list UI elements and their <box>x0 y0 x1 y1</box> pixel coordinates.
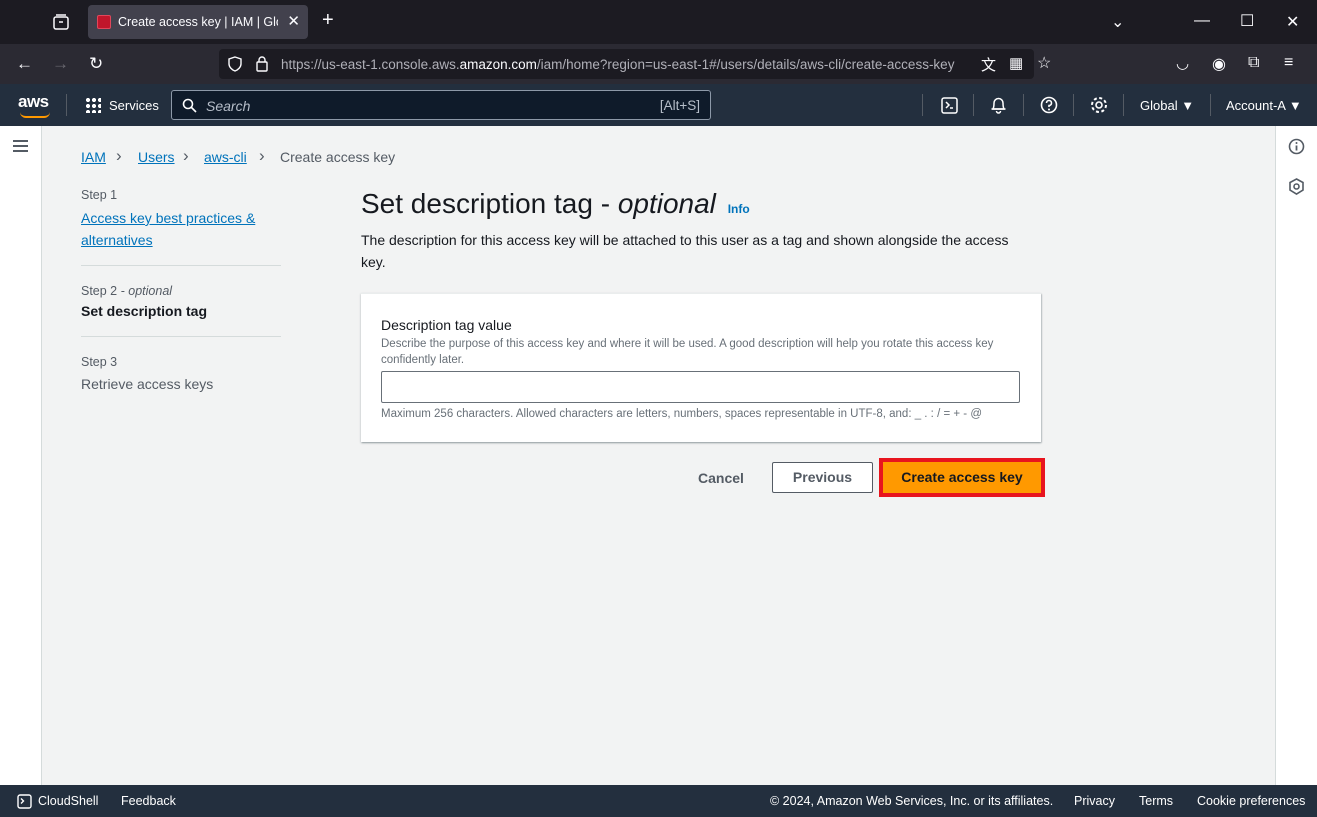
step-2: Step 2 - optional Set description tag <box>81 284 281 319</box>
url-bar[interactable]: https://us-east-1.console.aws.amazon.com… <box>219 49 1051 79</box>
pocket-icon[interactable]: ◡ <box>1176 54 1189 72</box>
menu-icon[interactable]: ≡ <box>1284 54 1293 72</box>
field-description: Describe the purpose of this access key … <box>381 338 994 366</box>
step-3-title: Retrieve access keys <box>81 376 214 392</box>
tab-title: Create access key | IAM | Global <box>118 15 278 29</box>
chevron-right-icon: › <box>259 146 265 165</box>
forward-icon[interactable]: → <box>52 54 69 74</box>
cloudshell-icon[interactable] <box>17 794 32 809</box>
reload-icon[interactable]: ↻ <box>89 54 103 74</box>
privacy-link[interactable]: Privacy <box>1074 794 1115 808</box>
help-icon[interactable] <box>1040 96 1058 114</box>
breadcrumb-aws-cli[interactable]: aws-cli <box>204 149 247 165</box>
feedback-panel-icon[interactable] <box>1288 178 1305 195</box>
description-tag-input[interactable] <box>381 371 1020 403</box>
step-1: Step 1 Access key best practices & alter… <box>81 188 281 251</box>
cancel-button[interactable]: Cancel <box>698 470 744 486</box>
bookmark-star-icon[interactable]: ☆ <box>1037 53 1051 73</box>
extensions-icon[interactable]: ⧉ <box>1248 54 1259 72</box>
extensions-grid-icon[interactable]: ▦ <box>1009 54 1023 72</box>
new-tab-icon[interactable]: + <box>322 9 334 32</box>
step-3: Step 3 Retrieve access keys <box>81 355 281 392</box>
browser-tab[interactable]: Create access key | IAM | Global ✕ <box>88 5 308 39</box>
hamburger-menu-icon[interactable] <box>12 139 29 153</box>
field-label: Description tag value <box>381 317 512 333</box>
shield-icon[interactable] <box>227 56 243 72</box>
url-text: https://us-east-1.console.aws.amazon.com… <box>281 57 955 72</box>
browser-tab-bar: Create access key | IAM | Global ✕ + ⌄ —… <box>0 0 1317 44</box>
breadcrumb-iam[interactable]: IAM <box>81 149 106 165</box>
field-constraint-hint: Maximum 256 characters. Allowed characte… <box>381 408 982 420</box>
services-grid-icon <box>85 97 101 113</box>
aws-favicon-icon <box>97 15 111 29</box>
step-1-link[interactable]: Access key best practices & alternatives <box>81 207 281 251</box>
chevron-right-icon: › <box>116 146 122 165</box>
console-footer: CloudShell Feedback © 2024, Amazon Web S… <box>0 785 1317 817</box>
step-divider <box>81 265 281 266</box>
breadcrumb-current: Create access key <box>280 149 396 165</box>
cookie-preferences-link[interactable]: Cookie preferences <box>1197 794 1305 808</box>
cloudshell-link[interactable]: CloudShell <box>38 794 98 808</box>
translate-icon[interactable]: 文 <box>981 54 996 75</box>
left-rail <box>0 126 42 785</box>
page-description: The description for this access key will… <box>361 232 1009 270</box>
services-menu[interactable]: Services <box>85 97 159 113</box>
region-selector[interactable]: Global ▼ <box>1140 98 1194 113</box>
account-menu[interactable]: Account-A ▼ <box>1226 98 1302 113</box>
search-input[interactable]: Search [Alt+S] <box>171 90 711 120</box>
account-icon[interactable]: ◉ <box>1212 54 1226 74</box>
search-icon <box>182 98 197 113</box>
list-all-tabs-icon[interactable]: ⌄ <box>1111 12 1124 32</box>
caret-down-icon: ▼ <box>1181 98 1195 113</box>
info-panel-icon[interactable] <box>1288 138 1305 155</box>
close-tab-icon[interactable]: ✕ <box>287 12 300 30</box>
cloudshell-icon[interactable] <box>941 97 958 114</box>
aws-top-nav: aws Services Search [Alt+S] Global ▼ Acc… <box>0 84 1317 126</box>
right-rail <box>1275 126 1317 785</box>
minimize-icon[interactable]: — <box>1194 12 1210 30</box>
lock-icon[interactable] <box>255 55 269 72</box>
back-icon[interactable]: ← <box>16 54 33 74</box>
description-tag-card: Description tag value Describe the purpo… <box>361 293 1041 442</box>
settings-gear-icon[interactable] <box>1090 96 1108 114</box>
breadcrumb-users[interactable]: Users <box>138 149 175 165</box>
close-window-icon[interactable]: ✕ <box>1286 12 1299 32</box>
browser-nav-bar: ← → ↻ https://us-east-1.console.aws.amaz… <box>0 44 1317 84</box>
copyright-text: © 2024, Amazon Web Services, Inc. or its… <box>770 794 1054 808</box>
create-access-key-button[interactable]: Create access key <box>879 458 1045 497</box>
caret-down-icon: ▼ <box>1288 98 1302 113</box>
terms-link[interactable]: Terms <box>1139 794 1173 808</box>
info-link[interactable]: Info <box>728 202 750 216</box>
aws-logo[interactable]: aws <box>18 92 50 118</box>
notifications-bell-icon[interactable] <box>990 96 1007 114</box>
chevron-right-icon: › <box>183 146 189 165</box>
tab-list-icon[interactable] <box>52 13 70 31</box>
maximize-icon[interactable]: ☐ <box>1240 11 1254 31</box>
page-title: Set description tag - optional Info <box>361 188 750 219</box>
feedback-link[interactable]: Feedback <box>121 794 176 808</box>
step-2-title: Set description tag <box>81 303 208 319</box>
step-divider <box>81 336 281 337</box>
page-content: IAM › Users › aws-cli › Create access ke… <box>0 126 1317 785</box>
previous-button[interactable]: Previous <box>772 462 873 493</box>
wizard-steps: Step 1 Access key best practices & alter… <box>81 188 281 392</box>
